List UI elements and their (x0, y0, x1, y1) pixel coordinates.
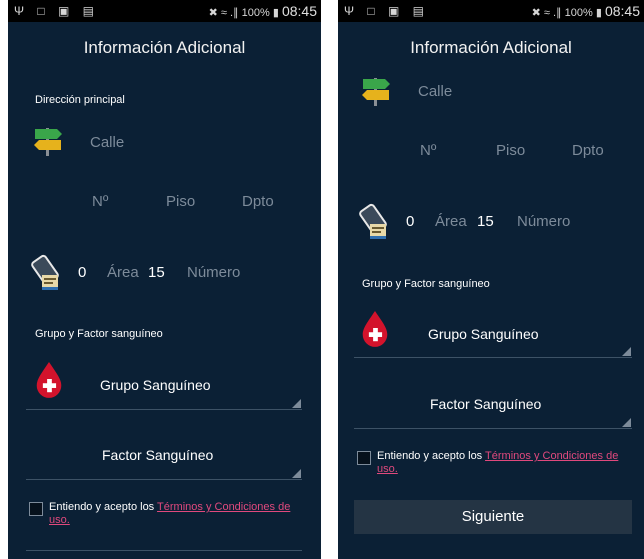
signpost-icon (358, 74, 394, 110)
blood-group-underline (26, 409, 302, 410)
phone-number-input[interactable]: Número (187, 264, 240, 281)
terms-prefix: Entiendo y acepto los (49, 501, 158, 513)
phone-prefix: 0 (78, 264, 87, 281)
terms-text: Entiendo y acepto los Términos y Condici… (377, 450, 637, 476)
area-label: Área (107, 264, 139, 281)
next-button[interactable]: Siguiente (354, 500, 632, 534)
apartment-input[interactable]: Dpto (242, 193, 274, 210)
phone-icon (358, 202, 394, 242)
blood-factor-dropdown-icon[interactable] (292, 469, 301, 478)
battery-icon: ▮ (595, 7, 602, 19)
blood-group-dropdown-icon[interactable] (292, 399, 301, 408)
phone-icon (30, 253, 66, 293)
address-section-label: Dirección principal (35, 94, 125, 106)
next-button-edge (26, 550, 302, 551)
clock: 08:45 (281, 3, 317, 19)
blood-drop-icon (358, 309, 392, 347)
battery-level: 100% (241, 7, 270, 19)
status-bar: Ψ □ ▣ ▤ ✖ ≈ .∥ 100% ▮ 08:45 (338, 0, 644, 22)
terms-checkbox[interactable] (357, 451, 371, 465)
signpost-icon (30, 124, 66, 160)
blood-factor-select[interactable]: Factor Sanguíneo (102, 447, 213, 463)
blood-section-label: Grupo y Factor sanguíneo (35, 328, 163, 340)
terms-text: Entiendo y acepto los Términos y Condici… (49, 501, 311, 527)
floor-input[interactable]: Piso (496, 142, 525, 159)
terms-prefix: Entiendo y acepto los (377, 450, 486, 462)
blood-factor-dropdown-icon[interactable] (622, 418, 631, 427)
phone-prefix: 0 (406, 213, 415, 230)
number-input[interactable]: Nº (92, 193, 108, 210)
battery-level: 100% (564, 7, 593, 19)
page-title: Información Adicional (83, 38, 246, 57)
page-title: Información Adicional (410, 38, 572, 57)
signal-icons: ✖ ≈ .∥ (531, 7, 562, 19)
blood-group-select[interactable]: Grupo Sanguíneo (100, 377, 211, 393)
number-input[interactable]: Nº (420, 142, 436, 159)
phone-screen-right: Ψ □ ▣ ▤ ✖ ≈ .∥ 100% ▮ 08:45 Información … (338, 0, 644, 559)
status-bar: Ψ □ ▣ ▤ ✖ ≈ .∥ 100% ▮ 08:45 (8, 0, 321, 22)
blood-group-dropdown-icon[interactable] (622, 347, 631, 356)
floor-input[interactable]: Piso (166, 193, 195, 210)
phone-screen-left: Ψ □ ▣ ▤ ✖ ≈ .∥ 100% ▮ 08:45 Información … (8, 0, 321, 559)
blood-drop-icon (32, 360, 66, 398)
blood-factor-underline (26, 479, 302, 480)
battery-icon: ▮ (272, 7, 279, 19)
street-input[interactable]: Calle (418, 83, 452, 100)
status-right: ✖ ≈ .∥ 100% ▮ 08:45 (532, 3, 640, 19)
blood-factor-select[interactable]: Factor Sanguíneo (430, 396, 541, 412)
blood-group-select[interactable]: Grupo Sanguíneo (428, 326, 539, 342)
blood-factor-underline (354, 428, 632, 429)
apartment-input[interactable]: Dpto (572, 142, 604, 159)
status-right: ✖ ≈ .∥ 100% ▮ 08:45 (209, 3, 317, 19)
street-input[interactable]: Calle (90, 134, 124, 151)
clock: 08:45 (604, 3, 640, 19)
terms-checkbox[interactable] (29, 502, 43, 516)
area-label: Área (435, 213, 467, 230)
phone-number-input[interactable]: Número (517, 213, 570, 230)
area-code[interactable]: 15 (148, 264, 165, 281)
notification-icons: Ψ □ ▣ ▤ (14, 4, 99, 18)
blood-group-underline (354, 357, 632, 358)
area-code[interactable]: 15 (477, 213, 494, 230)
signal-icons: ✖ ≈ .∥ (208, 7, 239, 19)
notification-icons: Ψ □ ▣ ▤ (344, 4, 429, 18)
blood-section-label: Grupo y Factor sanguíneo (362, 278, 490, 290)
